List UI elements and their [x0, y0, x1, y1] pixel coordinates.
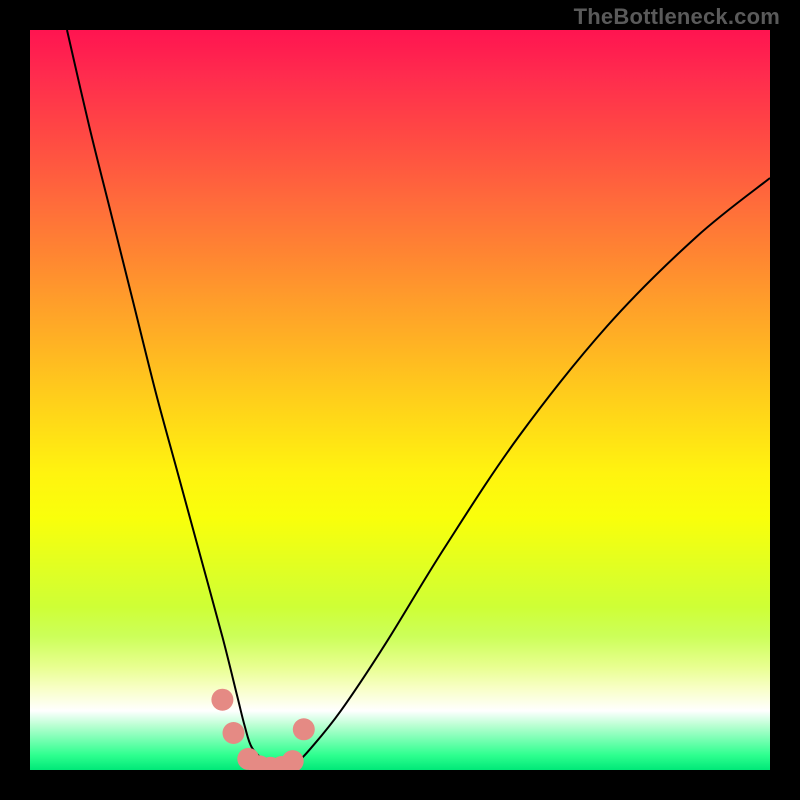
curve-layer — [30, 30, 770, 770]
marker-dot — [223, 722, 245, 744]
marker-dot — [293, 718, 315, 740]
plot-area — [30, 30, 770, 770]
marker-dot — [211, 689, 233, 711]
marker-dot — [282, 750, 304, 770]
watermark-text: TheBottleneck.com — [574, 4, 780, 30]
marker-dots-group — [211, 689, 314, 770]
chart-container: TheBottleneck.com — [0, 0, 800, 800]
bottleneck-curve — [67, 30, 770, 770]
